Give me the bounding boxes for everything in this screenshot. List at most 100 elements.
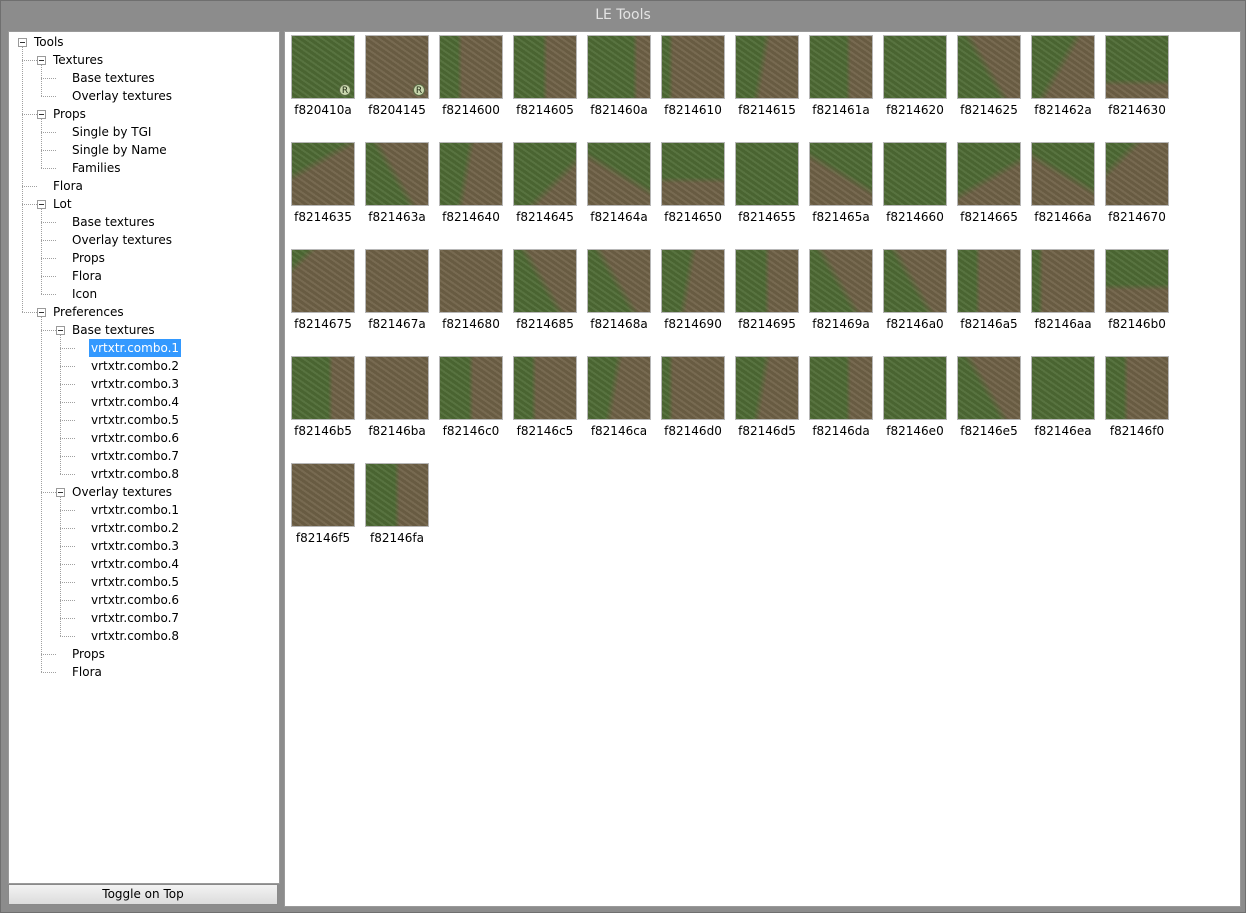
texture-tile[interactable]: f82146e5	[954, 356, 1024, 452]
texture-tile[interactable]: f8214655	[732, 142, 802, 238]
texture-thumbnail[interactable]	[957, 249, 1021, 313]
texture-thumbnail[interactable]	[1105, 249, 1169, 313]
window-title-bar[interactable]: LE Tools	[0, 0, 1246, 30]
texture-thumbnail[interactable]	[365, 249, 429, 313]
texture-tile[interactable]: f8214640	[436, 142, 506, 238]
tree-node-po4[interactable]: vrtxtr.combo.4	[89, 555, 181, 573]
tree-node-po6[interactable]: vrtxtr.combo.6	[89, 591, 181, 609]
texture-thumbnail[interactable]	[587, 142, 651, 206]
texture-thumbnail[interactable]	[291, 142, 355, 206]
texture-tile[interactable]: f8214675	[288, 249, 358, 345]
texture-tile[interactable]: f82146d0	[658, 356, 728, 452]
texture-tile[interactable]: f82146aa	[1028, 249, 1098, 345]
texture-thumbnail[interactable]	[735, 249, 799, 313]
tree-node-props-families[interactable]: Families	[70, 159, 122, 177]
texture-thumbnail[interactable]	[587, 35, 651, 99]
tree-node-po8[interactable]: vrtxtr.combo.8	[89, 627, 181, 645]
texture-thumbnail[interactable]	[513, 249, 577, 313]
texture-tile[interactable]: f82146c0	[436, 356, 506, 452]
texture-tile[interactable]: f8214665	[954, 142, 1024, 238]
texture-tile[interactable]: f8214620	[880, 35, 950, 131]
texture-thumbnail[interactable]	[365, 142, 429, 206]
tree-node-pb7[interactable]: vrtxtr.combo.7	[89, 447, 181, 465]
navigation-tree[interactable]: Tools Textures Base textures Overlay textur…	[9, 32, 279, 883]
texture-tile[interactable]: f8214610	[658, 35, 728, 131]
texture-thumbnail[interactable]	[661, 35, 725, 99]
texture-tile[interactable]: f82146a0	[880, 249, 950, 345]
texture-thumbnail[interactable]	[1031, 356, 1095, 420]
texture-thumbnail[interactable]	[957, 142, 1021, 206]
tree-node-lot-flora[interactable]: Flora	[70, 267, 104, 285]
texture-tile[interactable]: f8214635	[288, 142, 358, 238]
texture-tile[interactable]: f82146da	[806, 356, 876, 452]
tree-node-po5[interactable]: vrtxtr.combo.5	[89, 573, 181, 591]
tree-node-prefs-props[interactable]: Props	[70, 645, 107, 663]
tree-node-pb2[interactable]: vrtxtr.combo.2	[89, 357, 181, 375]
texture-tile[interactable]: f821461a	[806, 35, 876, 131]
texture-tile[interactable]: f821469a	[806, 249, 876, 345]
collapse-toggle-icon[interactable]	[37, 200, 46, 209]
tree-node-pb1[interactable]: vrtxtr.combo.1	[89, 339, 182, 357]
texture-thumbnail[interactable]	[439, 142, 503, 206]
texture-tile[interactable]: Rf820410a	[288, 35, 358, 131]
tree-node-prefs-flora[interactable]: Flora	[70, 663, 104, 681]
tree-node-lot-base[interactable]: Base textures	[70, 213, 157, 231]
collapse-toggle-icon[interactable]	[56, 488, 65, 497]
tree-node-textures-overlay[interactable]: Overlay textures	[70, 87, 174, 105]
texture-thumbnail[interactable]	[661, 249, 725, 313]
tree-node-lot-icon[interactable]: Icon	[70, 285, 99, 303]
texture-thumbnail[interactable]	[809, 35, 873, 99]
collapse-toggle-icon[interactable]	[37, 110, 46, 119]
texture-tile[interactable]: f82146f5	[288, 463, 358, 559]
tree-node-po2[interactable]: vrtxtr.combo.2	[89, 519, 181, 537]
texture-tile[interactable]: f8214650	[658, 142, 728, 238]
texture-thumbnail[interactable]	[1031, 35, 1095, 99]
texture-tile[interactable]: f8214670	[1102, 142, 1172, 238]
texture-tile[interactable]: f82146a5	[954, 249, 1024, 345]
texture-tile[interactable]: f8214690	[658, 249, 728, 345]
texture-tile[interactable]: f8214600	[436, 35, 506, 131]
texture-thumbnail[interactable]	[291, 249, 355, 313]
texture-tile[interactable]: f821468a	[584, 249, 654, 345]
tree-node-pb8[interactable]: vrtxtr.combo.8	[89, 465, 181, 483]
texture-tile[interactable]: f821467a	[362, 249, 432, 345]
texture-thumbnail[interactable]	[439, 35, 503, 99]
texture-tile[interactable]: f82146ea	[1028, 356, 1098, 452]
texture-tile[interactable]: f8214660	[880, 142, 950, 238]
tree-node-prefs-overlay[interactable]: Overlay textures	[70, 483, 174, 501]
texture-tile[interactable]: f8214680	[436, 249, 506, 345]
tree-node-flora[interactable]: Flora	[51, 177, 85, 195]
texture-thumbnail[interactable]	[735, 35, 799, 99]
texture-thumbnail[interactable]	[883, 356, 947, 420]
texture-thumbnail[interactable]	[735, 356, 799, 420]
texture-thumbnail-grid[interactable]: Rf820410a Rf8204145 f8214600 f8214605 f82146…	[284, 31, 1241, 907]
texture-tile[interactable]: f82146f0	[1102, 356, 1172, 452]
texture-thumbnail[interactable]	[883, 142, 947, 206]
tree-node-prefs[interactable]: Preferences	[51, 303, 126, 321]
texture-tile[interactable]: f82146b5	[288, 356, 358, 452]
texture-thumbnail[interactable]	[883, 249, 947, 313]
texture-tile[interactable]: f82146ca	[584, 356, 654, 452]
tree-node-props-tgi[interactable]: Single by TGI	[70, 123, 153, 141]
texture-thumbnail[interactable]	[661, 142, 725, 206]
texture-thumbnail[interactable]	[883, 35, 947, 99]
texture-thumbnail[interactable]	[957, 35, 1021, 99]
texture-tile[interactable]: f8214605	[510, 35, 580, 131]
texture-thumbnail[interactable]	[1031, 249, 1095, 313]
tree-node-lot-overlay[interactable]: Overlay textures	[70, 231, 174, 249]
texture-thumbnail[interactable]	[809, 142, 873, 206]
texture-thumbnail[interactable]	[809, 249, 873, 313]
texture-thumbnail[interactable]	[735, 142, 799, 206]
toggle-on-top-button[interactable]: Toggle on Top	[8, 884, 278, 905]
texture-tile[interactable]: f821463a	[362, 142, 432, 238]
texture-tile[interactable]: f82146fa	[362, 463, 432, 559]
tree-node-textures-base[interactable]: Base textures	[70, 69, 157, 87]
texture-thumbnail[interactable]	[1105, 356, 1169, 420]
tree-node-pb6[interactable]: vrtxtr.combo.6	[89, 429, 181, 447]
texture-tile[interactable]: f8214625	[954, 35, 1024, 131]
texture-thumbnail[interactable]: R	[291, 35, 355, 99]
tree-node-lot[interactable]: Lot	[51, 195, 74, 213]
tree-node-textures[interactable]: Textures	[51, 51, 105, 69]
texture-thumbnail[interactable]	[439, 249, 503, 313]
tree-node-pb4[interactable]: vrtxtr.combo.4	[89, 393, 181, 411]
